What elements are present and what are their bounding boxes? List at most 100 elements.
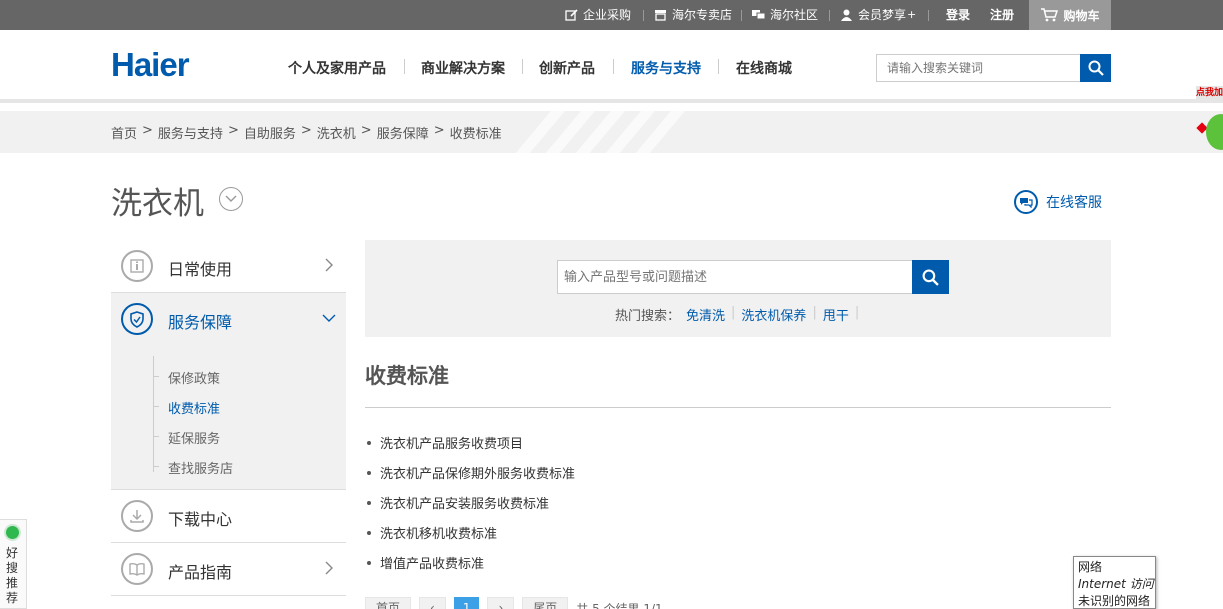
haier-store-label: 海尔专卖店 <box>672 8 733 22</box>
header-search-button[interactable] <box>1080 54 1111 82</box>
chevron-right-icon <box>325 561 333 575</box>
list-item-link[interactable]: 洗衣机产品保修期外服务收费标准 <box>380 467 575 482</box>
pager-first[interactable]: 首页 <box>365 597 412 609</box>
list-item-link[interactable]: 洗衣机产品服务收费项目 <box>380 437 523 452</box>
breadcrumb-self-service[interactable]: 自助服务 <box>244 123 296 142</box>
list-item-link[interactable]: 增值产品收费标准 <box>380 557 484 572</box>
subitem-warranty-policy[interactable]: 保修政策 <box>168 368 220 387</box>
list-item[interactable]: 洗衣机产品保修期外服务收费标准 <box>365 463 575 493</box>
list-item[interactable]: 增值产品收费标准 <box>365 553 575 583</box>
hot-keyword[interactable]: 洗衣机保养 <box>741 305 806 324</box>
subitem-extended-warranty[interactable]: 延保服务 <box>168 428 220 447</box>
list-item[interactable]: 洗衣机产品服务收费项目 <box>365 433 575 463</box>
chevron-down-icon <box>225 195 237 202</box>
section-divider <box>365 407 1111 408</box>
pager-next[interactable]: › <box>487 597 515 609</box>
member-label: 会员梦享 <box>858 8 907 22</box>
nav-service-support[interactable]: 服务与支持 <box>631 58 701 78</box>
tooltip-line: Internet 访问 <box>1078 577 1154 591</box>
nav-divider <box>718 59 719 74</box>
member-link[interactable]: 会员梦享 + <box>840 0 916 30</box>
enterprise-purchase-link[interactable]: 企业采购 <box>565 0 631 30</box>
sidebar-item-label: 下载中心 <box>168 510 233 529</box>
divider <box>741 10 742 21</box>
hot-keyword[interactable]: 免清洗 <box>686 305 725 324</box>
nav-personal-products[interactable]: 个人及家用产品 <box>288 58 386 78</box>
divider <box>928 10 929 21</box>
list-item-link[interactable]: 洗衣机移机收费标准 <box>380 527 497 542</box>
cart-icon <box>1041 8 1059 22</box>
search-icon <box>1088 60 1104 76</box>
breadcrumb: 首页 > 服务与支持 > 自助服务 > 洗衣机 > 服务保障 > 收费标准 <box>111 123 502 142</box>
sidebar-submenu: 保修政策 收费标准 延保服务 查找服务店 <box>111 346 346 490</box>
nav-business-solutions[interactable]: 商业解决方案 <box>421 58 505 78</box>
tooltip-line: 网络 <box>1078 560 1103 574</box>
breadcrumb-sep: > <box>433 123 445 138</box>
haier-logo[interactable]: Haier <box>111 46 190 84</box>
breadcrumb-washer[interactable]: 洗衣机 <box>317 123 356 142</box>
hot-search-label: 热门搜索： <box>615 309 681 324</box>
haier-store-link[interactable]: 海尔专卖店 <box>654 0 732 30</box>
breadcrumb-service-guarantee[interactable]: 服务保障 <box>377 123 429 142</box>
header-search-input[interactable] <box>877 55 1081 81</box>
cart-button[interactable]: 购物车 <box>1029 0 1111 30</box>
list-item-link[interactable]: 洗衣机产品安装服务收费标准 <box>380 497 549 512</box>
enterprise-purchase-label: 企业采购 <box>583 8 632 22</box>
subitem-find-service-store[interactable]: 查找服务店 <box>168 458 233 477</box>
haier-community-link[interactable]: 海尔社区 <box>752 0 818 30</box>
hot-searches: 热门搜索： 免清洗 | 洗衣机保养 | 甩干 | <box>615 305 859 324</box>
breadcrumb-band: 首页 > 服务与支持 > 自助服务 > 洗衣机 > 服务保障 > 收费标准 <box>0 111 1223 153</box>
online-service-label: 在线客服 <box>1046 195 1102 211</box>
hot-divider: | <box>731 305 736 320</box>
page-title: 洗衣机 <box>111 186 204 222</box>
chevron-down-icon <box>322 314 336 322</box>
content-search-panel: 热门搜索： 免清洗 | 洗衣机保养 | 甩干 | <box>365 240 1111 337</box>
recommend-widget[interactable]: 好搜推荐 <box>0 519 27 609</box>
sidebar-item-service-guarantee[interactable]: 服务保障 <box>111 293 346 346</box>
nav-online-mall[interactable]: 在线商城 <box>736 58 792 78</box>
sidebar-item-product-guide[interactable]: 产品指南 <box>111 543 346 596</box>
product-search-input[interactable] <box>557 260 913 294</box>
sidebar-item-label: 产品指南 <box>168 563 233 582</box>
sidebar-item-download-center[interactable]: 下载中心 <box>111 490 346 543</box>
breadcrumb-service-support[interactable]: 服务与支持 <box>158 123 223 142</box>
breadcrumb-current: 收费标准 <box>449 127 502 142</box>
sidebar-item-label: 服务保障 <box>168 313 233 332</box>
search-icon <box>922 269 939 286</box>
pager-last[interactable]: 尾页 <box>522 597 569 609</box>
chevron-right-icon <box>325 258 333 272</box>
nav-divider <box>613 59 614 74</box>
breadcrumb-sep: > <box>227 123 239 138</box>
submenu-tick <box>153 406 159 407</box>
sidebar-item-label: 日常使用 <box>168 260 233 279</box>
tooltip-line: 未识别的网络 <box>1078 594 1151 608</box>
breadcrumb-sep: > <box>300 123 312 138</box>
sidebar-item-daily-use[interactable]: 日常使用 <box>111 240 346 293</box>
main-header: Haier 个人及家用产品 商业解决方案 创新产品 服务与支持 在线商城 <box>0 30 1223 100</box>
breadcrumb-home[interactable]: 首页 <box>111 123 137 142</box>
store-icon <box>655 10 666 21</box>
register-link[interactable]: 注册 <box>990 0 1014 30</box>
book-icon <box>121 553 153 585</box>
breadcrumb-sep: > <box>142 123 153 138</box>
hot-keyword[interactable]: 甩干 <box>823 305 849 324</box>
floating-mascot-widget[interactable]: 点我加 <box>1196 84 1223 184</box>
list-item[interactable]: 洗衣机移机收费标准 <box>365 523 575 553</box>
breadcrumb-sep: > <box>360 123 372 138</box>
product-search-button[interactable] <box>912 260 949 294</box>
login-link[interactable]: 登录 <box>946 0 970 30</box>
nav-innovation[interactable]: 创新产品 <box>539 58 595 78</box>
haier-community-label: 海尔社区 <box>770 8 819 22</box>
pager-prev[interactable]: ‹ <box>419 597 446 609</box>
user-icon <box>841 9 852 21</box>
nav-divider <box>522 59 523 74</box>
online-service-link[interactable]: 在线客服 <box>1014 190 1102 214</box>
pager-current[interactable]: 1 <box>453 597 480 609</box>
divider <box>643 10 644 21</box>
list-item[interactable]: 洗衣机产品安装服务收费标准 <box>365 493 575 523</box>
hot-divider: | <box>854 305 860 320</box>
subitem-fee-standard[interactable]: 收费标准 <box>168 398 220 417</box>
submenu-tick <box>153 376 159 377</box>
submenu-tick <box>153 466 159 467</box>
category-dropdown-toggle[interactable] <box>219 187 243 211</box>
